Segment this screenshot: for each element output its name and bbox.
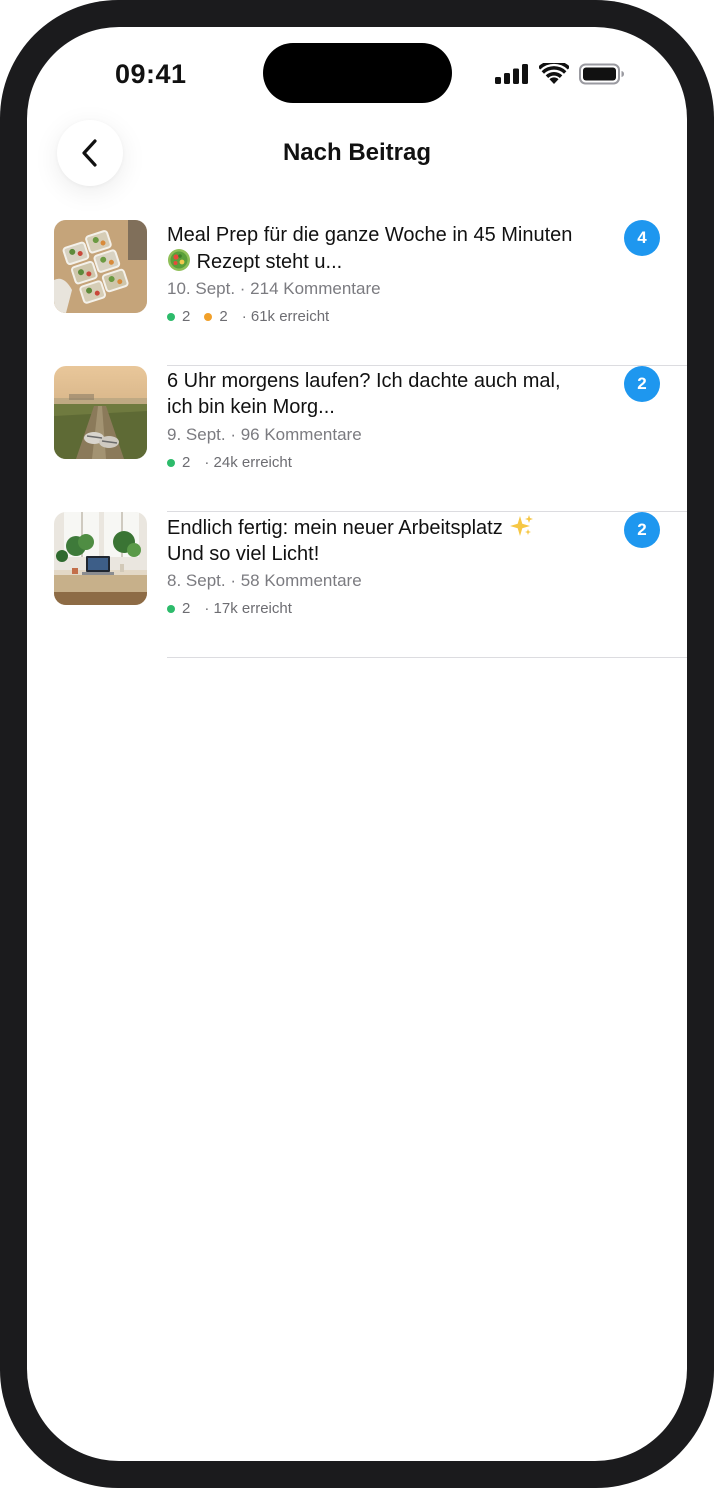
- positive-stat: 2: [167, 600, 190, 617]
- unread-count-badge: 2: [624, 366, 660, 402]
- post-title: Meal Prep für die ganze Woche in 45 Minu…: [167, 222, 577, 275]
- green-dot-icon: [167, 604, 175, 613]
- reach-text: · 61k erreicht: [241, 308, 330, 325]
- green-dot-icon: [167, 458, 175, 467]
- page-title: Nach Beitrag: [282, 139, 432, 166]
- positive-count: 2: [182, 454, 191, 471]
- post-thumbnail-morning-run: [54, 366, 147, 459]
- screen: 09:41 Nach Beitrag Meal Prep für die gan…: [27, 27, 687, 1461]
- post-title: 6 Uhr morgens laufen? Ich dachte auch ma…: [167, 370, 561, 418]
- post-title: Endlich fertig: mein neuer Arbeitsplatz …: [167, 514, 577, 567]
- positive-stat: 2: [167, 308, 190, 325]
- post-title-text-end: Rezept steht u...: [196, 251, 343, 273]
- post-stats: 2 2 · 61k erreicht: [167, 308, 329, 325]
- post-title-text: Meal Prep für die ganze Woche in 45 Minu…: [167, 224, 573, 246]
- green-dot-icon: [167, 312, 175, 321]
- dynamic-island: [263, 43, 452, 103]
- post-row[interactable]: 6 Uhr morgens laufen? Ich dachte auch ma…: [27, 366, 687, 512]
- post-meta: 8. Sept. · 58 Kommentare: [167, 571, 362, 590]
- post-title-text: Endlich fertig: mein neuer Arbeitsplatz: [167, 517, 503, 539]
- post-title-text-end: Und so viel Licht!: [167, 543, 320, 565]
- orange-dot-icon: [204, 312, 213, 321]
- reach-text: · 17k erreicht: [204, 600, 292, 617]
- battery-icon: [579, 63, 624, 85]
- cellular-signal-icon: [495, 64, 528, 84]
- wifi-icon: [539, 63, 569, 84]
- sparkles-emoji-icon: [510, 515, 534, 536]
- post-row[interactable]: Endlich fertig: mein neuer Arbeitsplatz …: [27, 512, 687, 658]
- unread-count-badge: 2: [624, 512, 660, 548]
- neutral-count: 2: [219, 308, 228, 325]
- salad-emoji-icon: [168, 249, 190, 271]
- post-thumbnail-meal-prep: [54, 220, 147, 313]
- post-list: Meal Prep für die ganze Woche in 45 Minu…: [27, 220, 687, 658]
- positive-stat: 2: [167, 454, 190, 471]
- post-stats: 2 · 24k erreicht: [167, 454, 292, 471]
- unread-count-badge: 4: [624, 220, 660, 256]
- divider: [167, 657, 687, 658]
- post-meta: 9. Sept. · 96 Kommentare: [167, 425, 362, 444]
- reach-text: · 24k erreicht: [204, 454, 292, 471]
- positive-count: 2: [182, 600, 191, 617]
- post-row[interactable]: Meal Prep für die ganze Woche in 45 Minu…: [27, 220, 687, 366]
- post-meta: 10. Sept. · 214 Kommentare: [167, 279, 381, 298]
- neutral-stat: 2: [204, 308, 228, 325]
- status-time: 09:41: [115, 59, 187, 89]
- positive-count: 2: [182, 308, 191, 325]
- status-icons: [495, 63, 625, 85]
- post-stats: 2 · 17k erreicht: [167, 600, 292, 617]
- post-thumbnail-workspace: [54, 512, 147, 605]
